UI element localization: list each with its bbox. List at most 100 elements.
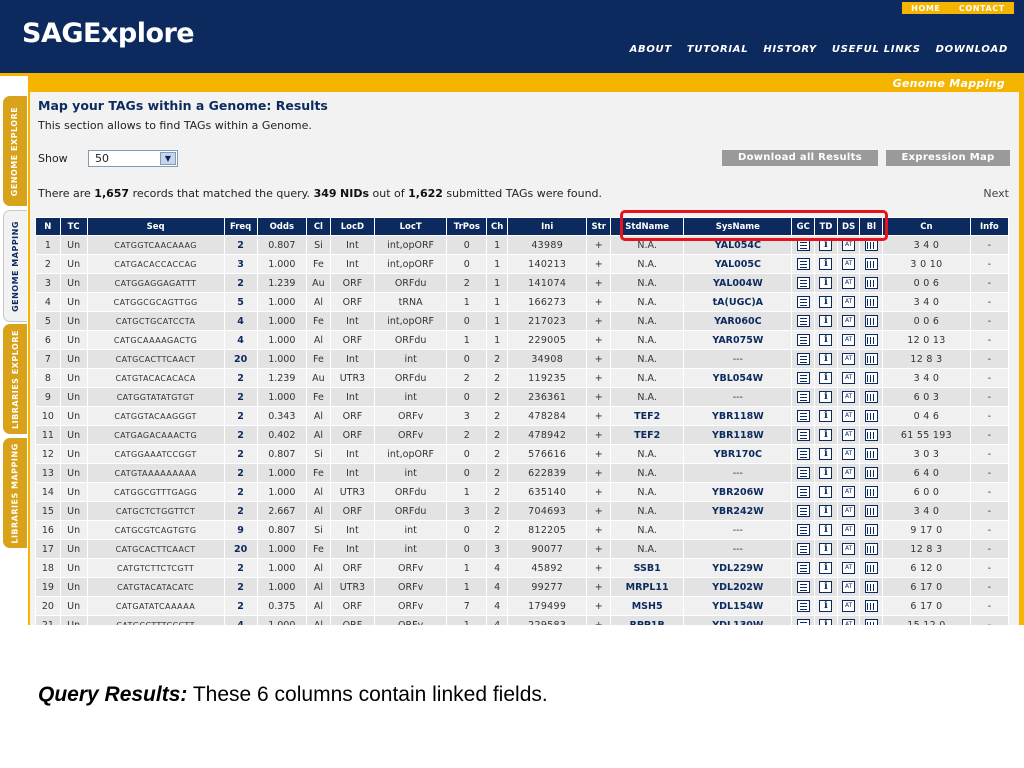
- info-icon[interactable]: [819, 410, 833, 422]
- gc-content-icon[interactable]: [796, 410, 810, 422]
- dna-sequence-icon[interactable]: [842, 334, 856, 346]
- expression-map-button[interactable]: Expression Map: [886, 150, 1010, 166]
- blast-icon[interactable]: [864, 315, 878, 327]
- cell-sysname[interactable]: YBR242W: [683, 501, 793, 521]
- gc-content-icon[interactable]: [796, 486, 810, 498]
- cell-stdname[interactable]: MSH5: [610, 596, 685, 616]
- tab-genome-mapping[interactable]: GENOME MAPPING: [3, 210, 27, 322]
- cell-sysname[interactable]: tA(UGC)A: [683, 292, 793, 312]
- info-icon[interactable]: [819, 258, 833, 270]
- nav-about[interactable]: ABOUT: [630, 44, 672, 55]
- gc-content-icon[interactable]: [796, 505, 810, 517]
- dna-sequence-icon[interactable]: [842, 467, 856, 479]
- blast-icon[interactable]: [864, 543, 878, 555]
- blast-icon[interactable]: [864, 296, 878, 308]
- info-icon[interactable]: [819, 315, 833, 327]
- dna-sequence-icon[interactable]: [842, 429, 856, 441]
- tab-libraries-explore[interactable]: LIBRARIES EXPLORE: [3, 324, 27, 434]
- cell-sysname[interactable]: YAR075W: [683, 330, 793, 350]
- nav-download[interactable]: DOWNLOAD: [936, 44, 1008, 55]
- info-icon[interactable]: [819, 581, 833, 593]
- cell-sysname[interactable]: YAL005C: [683, 254, 793, 274]
- blast-icon[interactable]: [864, 619, 878, 625]
- info-icon[interactable]: [819, 562, 833, 574]
- nav-tutorial[interactable]: TUTORIAL: [687, 44, 748, 55]
- blast-icon[interactable]: [864, 486, 878, 498]
- blast-icon[interactable]: [864, 334, 878, 346]
- dna-sequence-icon[interactable]: [842, 505, 856, 517]
- info-icon[interactable]: [819, 467, 833, 479]
- dna-sequence-icon[interactable]: [842, 372, 856, 384]
- cell-sysname[interactable]: YBL054W: [683, 368, 793, 388]
- tab-libraries-mapping[interactable]: LIBRARIES MAPPING: [3, 438, 27, 548]
- gc-content-icon[interactable]: [796, 524, 810, 536]
- blast-icon[interactable]: [864, 391, 878, 403]
- gc-content-icon[interactable]: [796, 562, 810, 574]
- blast-icon[interactable]: [864, 524, 878, 536]
- blast-icon[interactable]: [864, 467, 878, 479]
- blast-icon[interactable]: [864, 505, 878, 517]
- logo[interactable]: SAGExplore: [22, 18, 195, 49]
- info-icon[interactable]: [819, 619, 833, 625]
- gc-content-icon[interactable]: [796, 296, 810, 308]
- cell-sysname[interactable]: YDL154W: [683, 596, 793, 616]
- info-icon[interactable]: [819, 524, 833, 536]
- gc-content-icon[interactable]: [796, 258, 810, 270]
- cell-stdname[interactable]: TEF2: [610, 425, 685, 445]
- dna-sequence-icon[interactable]: [842, 277, 856, 289]
- next-link[interactable]: Next: [983, 187, 1009, 200]
- dna-sequence-icon[interactable]: [842, 619, 856, 625]
- info-icon[interactable]: [819, 391, 833, 403]
- gc-content-icon[interactable]: [796, 448, 810, 460]
- blast-icon[interactable]: [864, 410, 878, 422]
- dna-sequence-icon[interactable]: [842, 524, 856, 536]
- gc-content-icon[interactable]: [796, 619, 810, 625]
- blast-icon[interactable]: [864, 429, 878, 441]
- download-all-results-button[interactable]: Download all Results: [722, 150, 878, 166]
- gc-content-icon[interactable]: [796, 391, 810, 403]
- info-icon[interactable]: [819, 277, 833, 289]
- dna-sequence-icon[interactable]: [842, 600, 856, 612]
- gc-content-icon[interactable]: [796, 372, 810, 384]
- info-icon[interactable]: [819, 429, 833, 441]
- dna-sequence-icon[interactable]: [842, 315, 856, 327]
- chevron-down-icon[interactable]: ▼: [160, 152, 176, 165]
- dna-sequence-icon[interactable]: [842, 296, 856, 308]
- cell-sysname[interactable]: YDL130W: [683, 615, 793, 625]
- gc-content-icon[interactable]: [796, 467, 810, 479]
- gc-content-icon[interactable]: [796, 334, 810, 346]
- dna-sequence-icon[interactable]: [842, 391, 856, 403]
- gc-content-icon[interactable]: [796, 543, 810, 555]
- dna-sequence-icon[interactable]: [842, 258, 856, 270]
- info-icon[interactable]: [819, 296, 833, 308]
- blast-icon[interactable]: [864, 258, 878, 270]
- gc-content-icon[interactable]: [796, 600, 810, 612]
- info-icon[interactable]: [819, 543, 833, 555]
- gc-content-icon[interactable]: [796, 315, 810, 327]
- cell-sysname[interactable]: YBR206W: [683, 482, 793, 502]
- info-icon[interactable]: [819, 486, 833, 498]
- dna-sequence-icon[interactable]: [842, 581, 856, 593]
- tab-genome-explore[interactable]: GENOME EXPLORE: [3, 96, 27, 206]
- cell-sysname[interactable]: YBR118W: [683, 425, 793, 445]
- cell-sysname[interactable]: YAR060C: [683, 311, 793, 331]
- info-icon[interactable]: [819, 505, 833, 517]
- blast-icon[interactable]: [864, 600, 878, 612]
- gc-content-icon[interactable]: [796, 277, 810, 289]
- dna-sequence-icon[interactable]: [842, 543, 856, 555]
- cell-sysname[interactable]: YBR118W: [683, 406, 793, 426]
- gc-content-icon[interactable]: [796, 429, 810, 441]
- cell-stdname[interactable]: TEF2: [610, 406, 685, 426]
- dna-sequence-icon[interactable]: [842, 562, 856, 574]
- blast-icon[interactable]: [864, 562, 878, 574]
- nav-history[interactable]: HISTORY: [763, 44, 817, 55]
- blast-icon[interactable]: [864, 448, 878, 460]
- cell-stdname[interactable]: MRPL11: [610, 577, 685, 597]
- nav-useful-links[interactable]: USEFUL LINKS: [832, 44, 921, 55]
- contact-link[interactable]: CONTACT: [959, 4, 1005, 13]
- dna-sequence-icon[interactable]: [842, 410, 856, 422]
- show-select[interactable]: 50 ▼: [88, 150, 178, 167]
- info-icon[interactable]: [819, 334, 833, 346]
- gc-content-icon[interactable]: [796, 353, 810, 365]
- blast-icon[interactable]: [864, 277, 878, 289]
